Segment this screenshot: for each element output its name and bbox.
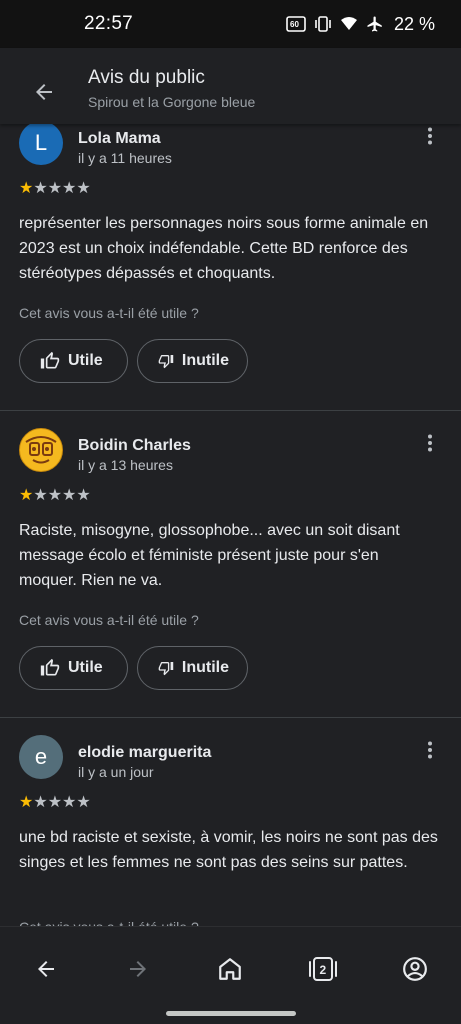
- avatar[interactable]: [19, 428, 63, 472]
- thumb-down-icon: [158, 355, 174, 369]
- arrow-right-icon: [130, 961, 146, 977]
- star-filled-icon: ★: [19, 487, 34, 504]
- star-empty-icon: ★★★★: [33, 180, 91, 197]
- helpful-question: Cet avis vous a-t-il été utile ?: [19, 305, 199, 321]
- nav-back-button[interactable]: [22, 945, 70, 993]
- star-rating: ★★★★★: [19, 488, 91, 504]
- reviewer-name[interactable]: Boidin Charles: [78, 437, 191, 455]
- page-title: Avis du public: [88, 67, 205, 88]
- review-text: Raciste, misogyne, glossophobe... avec u…: [19, 522, 400, 589]
- star-empty-icon: ★★★★: [33, 794, 91, 811]
- data-saver-icon: 60: [286, 16, 306, 32]
- star-empty-icon: ★★★★: [33, 487, 91, 504]
- airplane-icon: [367, 16, 382, 32]
- not-useful-label: Inutile: [181, 659, 229, 676]
- star-filled-icon: ★: [19, 180, 34, 197]
- tabs-button[interactable]: 2: [299, 945, 347, 993]
- tabs-icon: 2: [309, 957, 337, 981]
- gesture-handle[interactable]: [166, 1011, 296, 1016]
- review-text: représenter les personnages noirs sous f…: [19, 215, 429, 282]
- account-circle-icon: [403, 957, 427, 981]
- reviewer-name[interactable]: Lola Mama: [78, 130, 161, 148]
- back-button[interactable]: [22, 70, 66, 114]
- tabs-count: 2: [320, 963, 327, 977]
- review-time: il y a 13 heures: [78, 457, 173, 473]
- nav-forward-button[interactable]: [114, 945, 162, 993]
- status-time: 22:57: [84, 13, 134, 34]
- useful-button[interactable]: Utile: [19, 646, 128, 690]
- star-rating: ★★★★★: [19, 181, 91, 197]
- reviews-list[interactable]: L Lola Mama il y a 11 heures ★★★★★ repré…: [0, 124, 461, 926]
- reviewer-name[interactable]: elodie marguerita: [78, 744, 211, 762]
- more-vert-icon: [428, 434, 432, 452]
- star-rating: ★★★★★: [19, 795, 91, 811]
- arrow-left-icon: [38, 961, 54, 977]
- divider: [0, 410, 461, 411]
- not-useful-button[interactable]: Inutile: [137, 646, 248, 690]
- avatar-letter: e: [34, 744, 48, 769]
- review-text: une bd raciste et sexiste, à vomir, les …: [19, 829, 438, 871]
- useful-label: Utile: [68, 352, 103, 369]
- star-filled-icon: ★: [19, 794, 34, 811]
- vibrate-icon: [315, 16, 331, 32]
- bottom-toolbar: 2: [0, 926, 461, 1024]
- more-options-button[interactable]: [418, 124, 442, 148]
- page-subtitle: Spirou et la Gorgone bleue: [88, 94, 256, 110]
- thumb-up-icon: [40, 351, 60, 369]
- thumb-down-icon: [158, 662, 174, 676]
- home-button[interactable]: [206, 945, 254, 993]
- cartoon-face-icon: [22, 431, 60, 469]
- thumb-up-icon: [40, 658, 60, 676]
- more-vert-icon: [428, 127, 432, 145]
- useful-button[interactable]: Utile: [19, 339, 128, 383]
- app-bar: Avis du public Spirou et la Gorgone bleu…: [0, 48, 461, 124]
- more-vert-icon: [428, 741, 432, 759]
- avatar[interactable]: e: [19, 735, 63, 779]
- account-button[interactable]: [391, 945, 439, 993]
- not-useful-label: Inutile: [181, 352, 229, 369]
- wifi-icon: [340, 17, 357, 30]
- avatar[interactable]: L: [19, 124, 63, 165]
- home-icon: [219, 958, 241, 980]
- helpful-question: Cet avis vous a-t-il été utile ?: [19, 612, 199, 628]
- arrow-left-icon: [36, 84, 52, 100]
- status-icons: 60 22 %: [286, 14, 435, 35]
- divider: [0, 717, 461, 718]
- useful-label: Utile: [68, 659, 103, 676]
- helpful-question: Cet avis vous a-t-il été utile ?: [19, 919, 199, 926]
- more-options-button[interactable]: [418, 738, 442, 762]
- svg-text:60: 60: [290, 20, 299, 29]
- more-options-button[interactable]: [418, 431, 442, 455]
- review-time: il y a 11 heures: [78, 150, 172, 166]
- review-time: il y a un jour: [78, 764, 154, 780]
- battery-level: 22 %: [393, 13, 435, 34]
- status-bar: 22:57 60 22 %: [0, 0, 461, 48]
- avatar-letter: L: [34, 130, 48, 155]
- not-useful-button[interactable]: Inutile: [137, 339, 248, 383]
